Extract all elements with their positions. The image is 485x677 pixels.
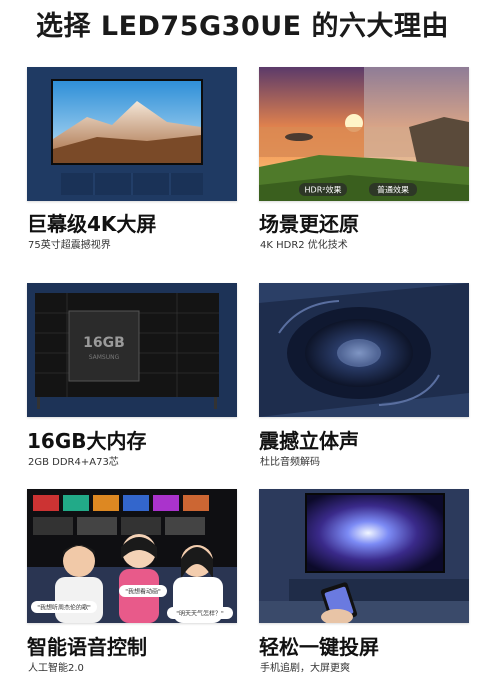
normal-tag: 普通效果	[377, 185, 409, 195]
feature-subtitle: 2GB DDR4+A73芯	[28, 457, 119, 468]
feature-subtitle: 手机追剧，大屏更爽	[260, 663, 350, 674]
screen-cast-image	[259, 489, 469, 623]
page-title: 选择 LED75G30UE 的六大理由	[35, 11, 450, 42]
voice-bubble: "我想听周杰伦的歌"	[37, 604, 91, 612]
feature-title: 场景更还原	[259, 212, 359, 236]
feature-title: 智能语音控制	[27, 635, 147, 659]
tv-showcase-image	[27, 67, 237, 201]
feature-title: 16GB大内存	[27, 429, 147, 453]
voice-bubble: "明天天气怎样？"	[176, 610, 224, 618]
memory-chip-image: 16GB SAMSUNG	[27, 283, 237, 417]
feature-subtitle: 人工智能2.0	[28, 663, 84, 674]
feature-subtitle: 杜比音频解码	[260, 457, 320, 468]
chip-label: 16GB	[83, 335, 125, 351]
hdr-tag: HDR²效果	[305, 185, 342, 195]
feature-subtitle: 75英寸超震撼视界	[28, 240, 111, 251]
voice-control-image: "我想听周杰伦的歌" "我想看动画" "明天天气怎样？"	[27, 489, 237, 623]
feature-title: 巨幕级4K大屏	[27, 212, 157, 236]
hdr-comparison-image: HDR²效果 普通效果	[259, 67, 469, 201]
chip-sublabel: SAMSUNG	[89, 354, 120, 361]
speaker-image	[259, 283, 469, 417]
voice-bubble: "我想看动画"	[125, 588, 161, 596]
feature-subtitle: 4K HDR2 优化技术	[260, 240, 348, 251]
feature-title: 震撼立体声	[259, 429, 359, 453]
feature-title: 轻松一键投屏	[259, 635, 379, 659]
